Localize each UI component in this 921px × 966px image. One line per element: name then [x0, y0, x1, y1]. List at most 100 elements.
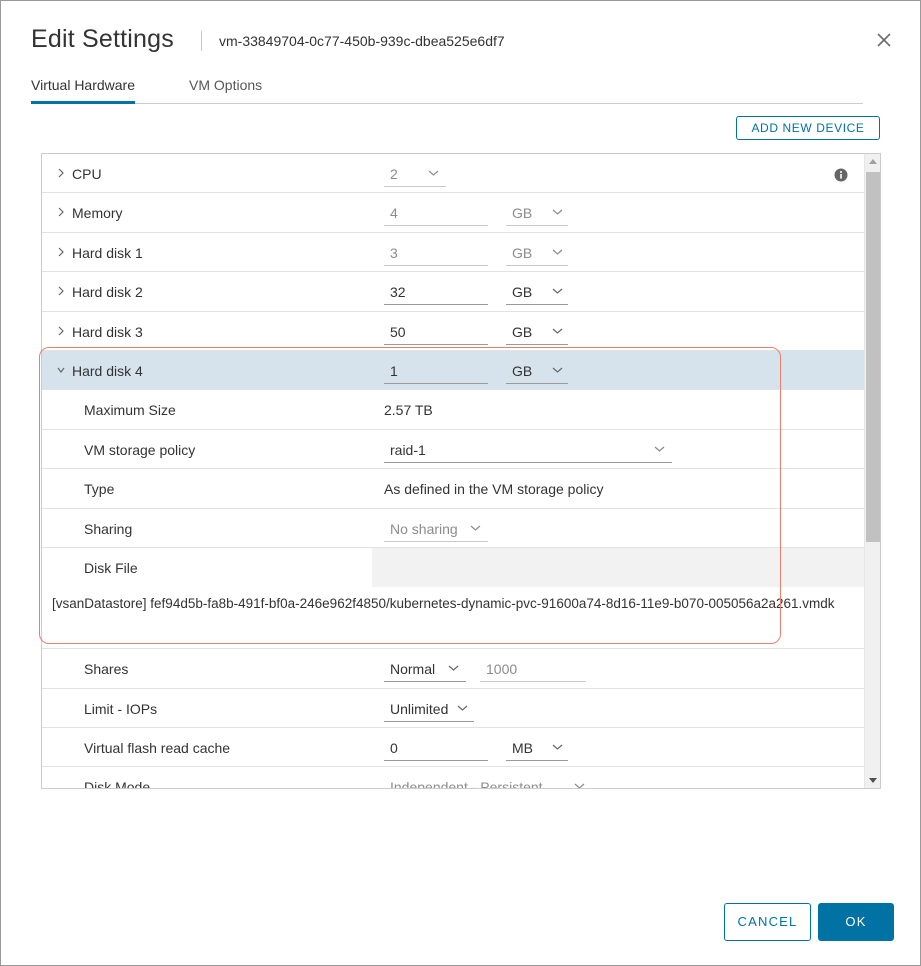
hard-disk-2-unit-select[interactable]: GB	[506, 278, 568, 306]
hard-disk-4-size-input[interactable]: 1	[384, 357, 488, 384]
storage-policy-value: raid-1	[390, 441, 426, 458]
tab-virtual-hardware[interactable]: Virtual Hardware	[31, 77, 136, 104]
hard-disk-4-storage-policy-row: VM storage policy raid-1	[42, 430, 864, 470]
chevron-down-icon	[552, 328, 563, 334]
hard-disk-3-unit: GB	[512, 323, 533, 340]
limit-select[interactable]: Unlimited	[384, 695, 474, 722]
shares-number-input[interactable]: 1000	[480, 655, 586, 683]
shares-value: Normal	[390, 661, 436, 678]
chevron-down-icon	[470, 525, 481, 531]
sharing-select[interactable]: No sharing	[384, 515, 488, 542]
hard-disk-1-unit: GB	[512, 244, 533, 261]
hard-disk-4-label: Hard disk 4	[72, 362, 143, 379]
hard-disk-3-label: Hard disk 3	[72, 323, 143, 340]
cancel-button[interactable]: CANCEL	[724, 903, 811, 941]
hardware-row-hard-disk-3[interactable]: Hard disk 3 50 GB	[42, 312, 864, 351]
hardware-row-hard-disk-4[interactable]: Hard disk 4 1 GB	[42, 350, 864, 391]
chevron-down-icon	[552, 744, 563, 750]
hard-disk-3-size: 50	[390, 323, 406, 340]
cpu-label: CPU	[72, 166, 102, 182]
hard-disk-2-label: Hard disk 2	[72, 284, 143, 301]
hard-disk-2-unit: GB	[512, 284, 533, 301]
add-new-device-button[interactable]: ADD NEW DEVICE	[736, 116, 880, 140]
hardware-row-hard-disk-2[interactable]: Hard disk 2 32 GB	[42, 272, 864, 312]
chevron-right-icon[interactable]	[56, 205, 66, 219]
chevron-down-icon	[448, 665, 459, 672]
chevron-right-icon[interactable]	[56, 166, 66, 180]
disk-file-box	[372, 547, 864, 587]
flash-cache-unit: MB	[512, 740, 533, 757]
storage-policy-select[interactable]: raid-1	[384, 436, 672, 463]
tab-vm-options[interactable]: VM Options	[189, 77, 262, 101]
memory-unit-select[interactable]: GB	[506, 199, 568, 227]
scrollbar-thumb[interactable]	[866, 172, 880, 542]
chevron-right-icon[interactable]	[56, 284, 66, 298]
hardware-row-hard-disk-1[interactable]: Hard disk 1 3 GB	[42, 233, 864, 273]
sharing-value: No sharing	[390, 520, 458, 537]
disk-file-label: Disk File	[84, 559, 138, 576]
tab-bar: Virtual Hardware VM Options	[31, 77, 863, 104]
vertical-scrollbar[interactable]	[864, 154, 881, 788]
disk-mode-select[interactable]: Independent - Persistent	[384, 773, 592, 789]
chevron-right-icon[interactable]	[56, 245, 66, 259]
hard-disk-4-unit: GB	[512, 362, 533, 379]
disk-mode-value: Independent - Persistent	[390, 779, 543, 789]
hard-disk-1-label: Hard disk 1	[72, 244, 143, 261]
dialog-title: Edit Settings	[31, 25, 174, 53]
sharing-label: Sharing	[84, 520, 133, 537]
flash-cache-unit-select[interactable]: MB	[506, 734, 568, 762]
hard-disk-4-disk-mode-row: Disk Mode Independent - Persistent	[42, 767, 864, 789]
flash-cache-label: Virtual flash read cache	[84, 740, 231, 757]
hardware-panel: CPU 2 Memory 4 GB Hard disk 1 3 GB Hard …	[41, 153, 881, 789]
hard-disk-1-size-input[interactable]: 3	[384, 239, 488, 266]
close-button[interactable]	[873, 29, 895, 51]
scroll-down-arrow-icon[interactable]	[865, 772, 881, 788]
hard-disk-4-limit-row: Limit - IOPs Unlimited	[42, 689, 864, 729]
title-separator	[201, 31, 202, 51]
chevron-down-icon	[552, 367, 563, 373]
memory-unit: GB	[512, 205, 533, 222]
shares-number: 1000	[486, 661, 518, 678]
hard-disk-4-size: 1	[390, 362, 398, 379]
hard-disk-3-unit-select[interactable]: GB	[506, 318, 568, 345]
max-size-label: Maximum Size	[84, 402, 176, 419]
hardware-row-memory[interactable]: Memory 4 GB	[42, 193, 864, 233]
close-icon	[877, 33, 891, 47]
limit-value: Unlimited	[390, 700, 449, 717]
chevron-down-icon	[552, 209, 563, 216]
shares-select[interactable]: Normal	[384, 655, 466, 683]
hard-disk-1-size: 3	[390, 244, 398, 261]
hard-disk-4-unit-select[interactable]: GB	[506, 357, 568, 384]
hard-disk-4-disk-file-row: Disk File	[42, 547, 864, 587]
hard-disk-1-unit-select[interactable]: GB	[506, 239, 568, 266]
info-icon[interactable]	[834, 168, 848, 182]
chevron-down-icon	[552, 249, 563, 255]
chevron-down-icon[interactable]	[56, 363, 66, 377]
chevron-down-icon	[654, 446, 665, 452]
hard-disk-4-max-size-row: Maximum Size 2.57 TB	[42, 390, 864, 430]
chevron-right-icon[interactable]	[56, 324, 66, 338]
type-label: Type	[84, 481, 115, 498]
cpu-value: 2	[390, 166, 398, 182]
edit-settings-dialog: Edit Settings vm-33849704-0c77-450b-939c…	[0, 0, 921, 966]
memory-value: 4	[390, 205, 398, 222]
flash-cache-input[interactable]: 0	[384, 734, 488, 762]
scroll-up-arrow-icon[interactable]	[865, 154, 881, 170]
shares-label: Shares	[84, 661, 129, 678]
hardware-row-cpu[interactable]: CPU 2	[42, 154, 864, 194]
ok-button[interactable]: OK	[818, 903, 894, 941]
hard-disk-3-size-input[interactable]: 50	[384, 318, 488, 345]
flash-cache-value: 0	[390, 740, 398, 757]
hard-disk-2-size-input[interactable]: 32	[384, 278, 488, 306]
chevron-down-icon	[552, 288, 563, 294]
disk-mode-label: Disk Mode	[84, 779, 151, 789]
memory-input[interactable]: 4	[384, 199, 488, 227]
disk-file-path: [vsanDatastore] fef94d5b-fa8b-491f-bf0a-…	[42, 587, 864, 650]
chevron-down-icon	[574, 784, 585, 788]
vm-name: vm-33849704-0c77-450b-939c-dbea525e6df7	[219, 33, 505, 49]
hard-disk-4-type-row: Type As defined in the VM storage policy	[42, 469, 864, 509]
hard-disk-4-shares-row: Shares Normal 1000	[42, 649, 864, 689]
type-value: As defined in the VM storage policy	[384, 481, 604, 498]
limit-label: Limit - IOPs	[84, 700, 158, 717]
cpu-select[interactable]: 2	[384, 160, 446, 187]
